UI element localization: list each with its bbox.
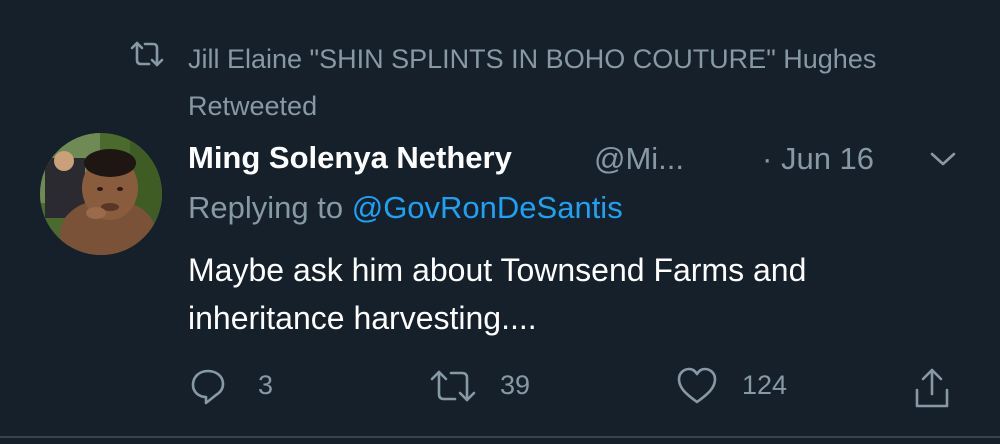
reply-count: 3 (258, 370, 274, 400)
heart-icon (677, 367, 717, 404)
avatar[interactable] (40, 133, 162, 255)
mention-link[interactable]: @GovRonDeSantis (352, 190, 623, 225)
reply-icon (191, 369, 225, 405)
retweet-count: 39 (500, 370, 531, 400)
replying-to: Replying to @GovRonDeSantis (188, 190, 623, 226)
retweet-icon (430, 370, 476, 402)
user-handle[interactable]: @Mi... (594, 141, 684, 177)
divider (0, 436, 1000, 438)
like-count: 124 (742, 370, 788, 400)
action-bar: 3 39 124 (188, 362, 968, 412)
tweet-text: Maybe ask him about Townsend Farms and i… (188, 252, 807, 336)
retweet-icon (130, 40, 164, 68)
chevron-down-icon[interactable] (928, 144, 958, 174)
separator-dot: · (762, 141, 773, 176)
display-name[interactable]: Ming Solenya Nethery (188, 140, 512, 176)
retweet-context-text[interactable]: Jill Elaine "SHIN SPLINTS IN BOHO COUTUR… (188, 36, 948, 130)
date-label: Jun 16 (780, 141, 875, 176)
share-icon (915, 368, 949, 408)
tweet[interactable]: Jill Elaine "SHIN SPLINTS IN BOHO COUTUR… (0, 0, 1000, 444)
replying-prefix: Replying to (188, 190, 344, 225)
tweet-header: Ming Solenya Nethery @Mi... · Jun 16 (188, 136, 968, 182)
tweet-date[interactable]: · Jun 16 (762, 141, 874, 177)
